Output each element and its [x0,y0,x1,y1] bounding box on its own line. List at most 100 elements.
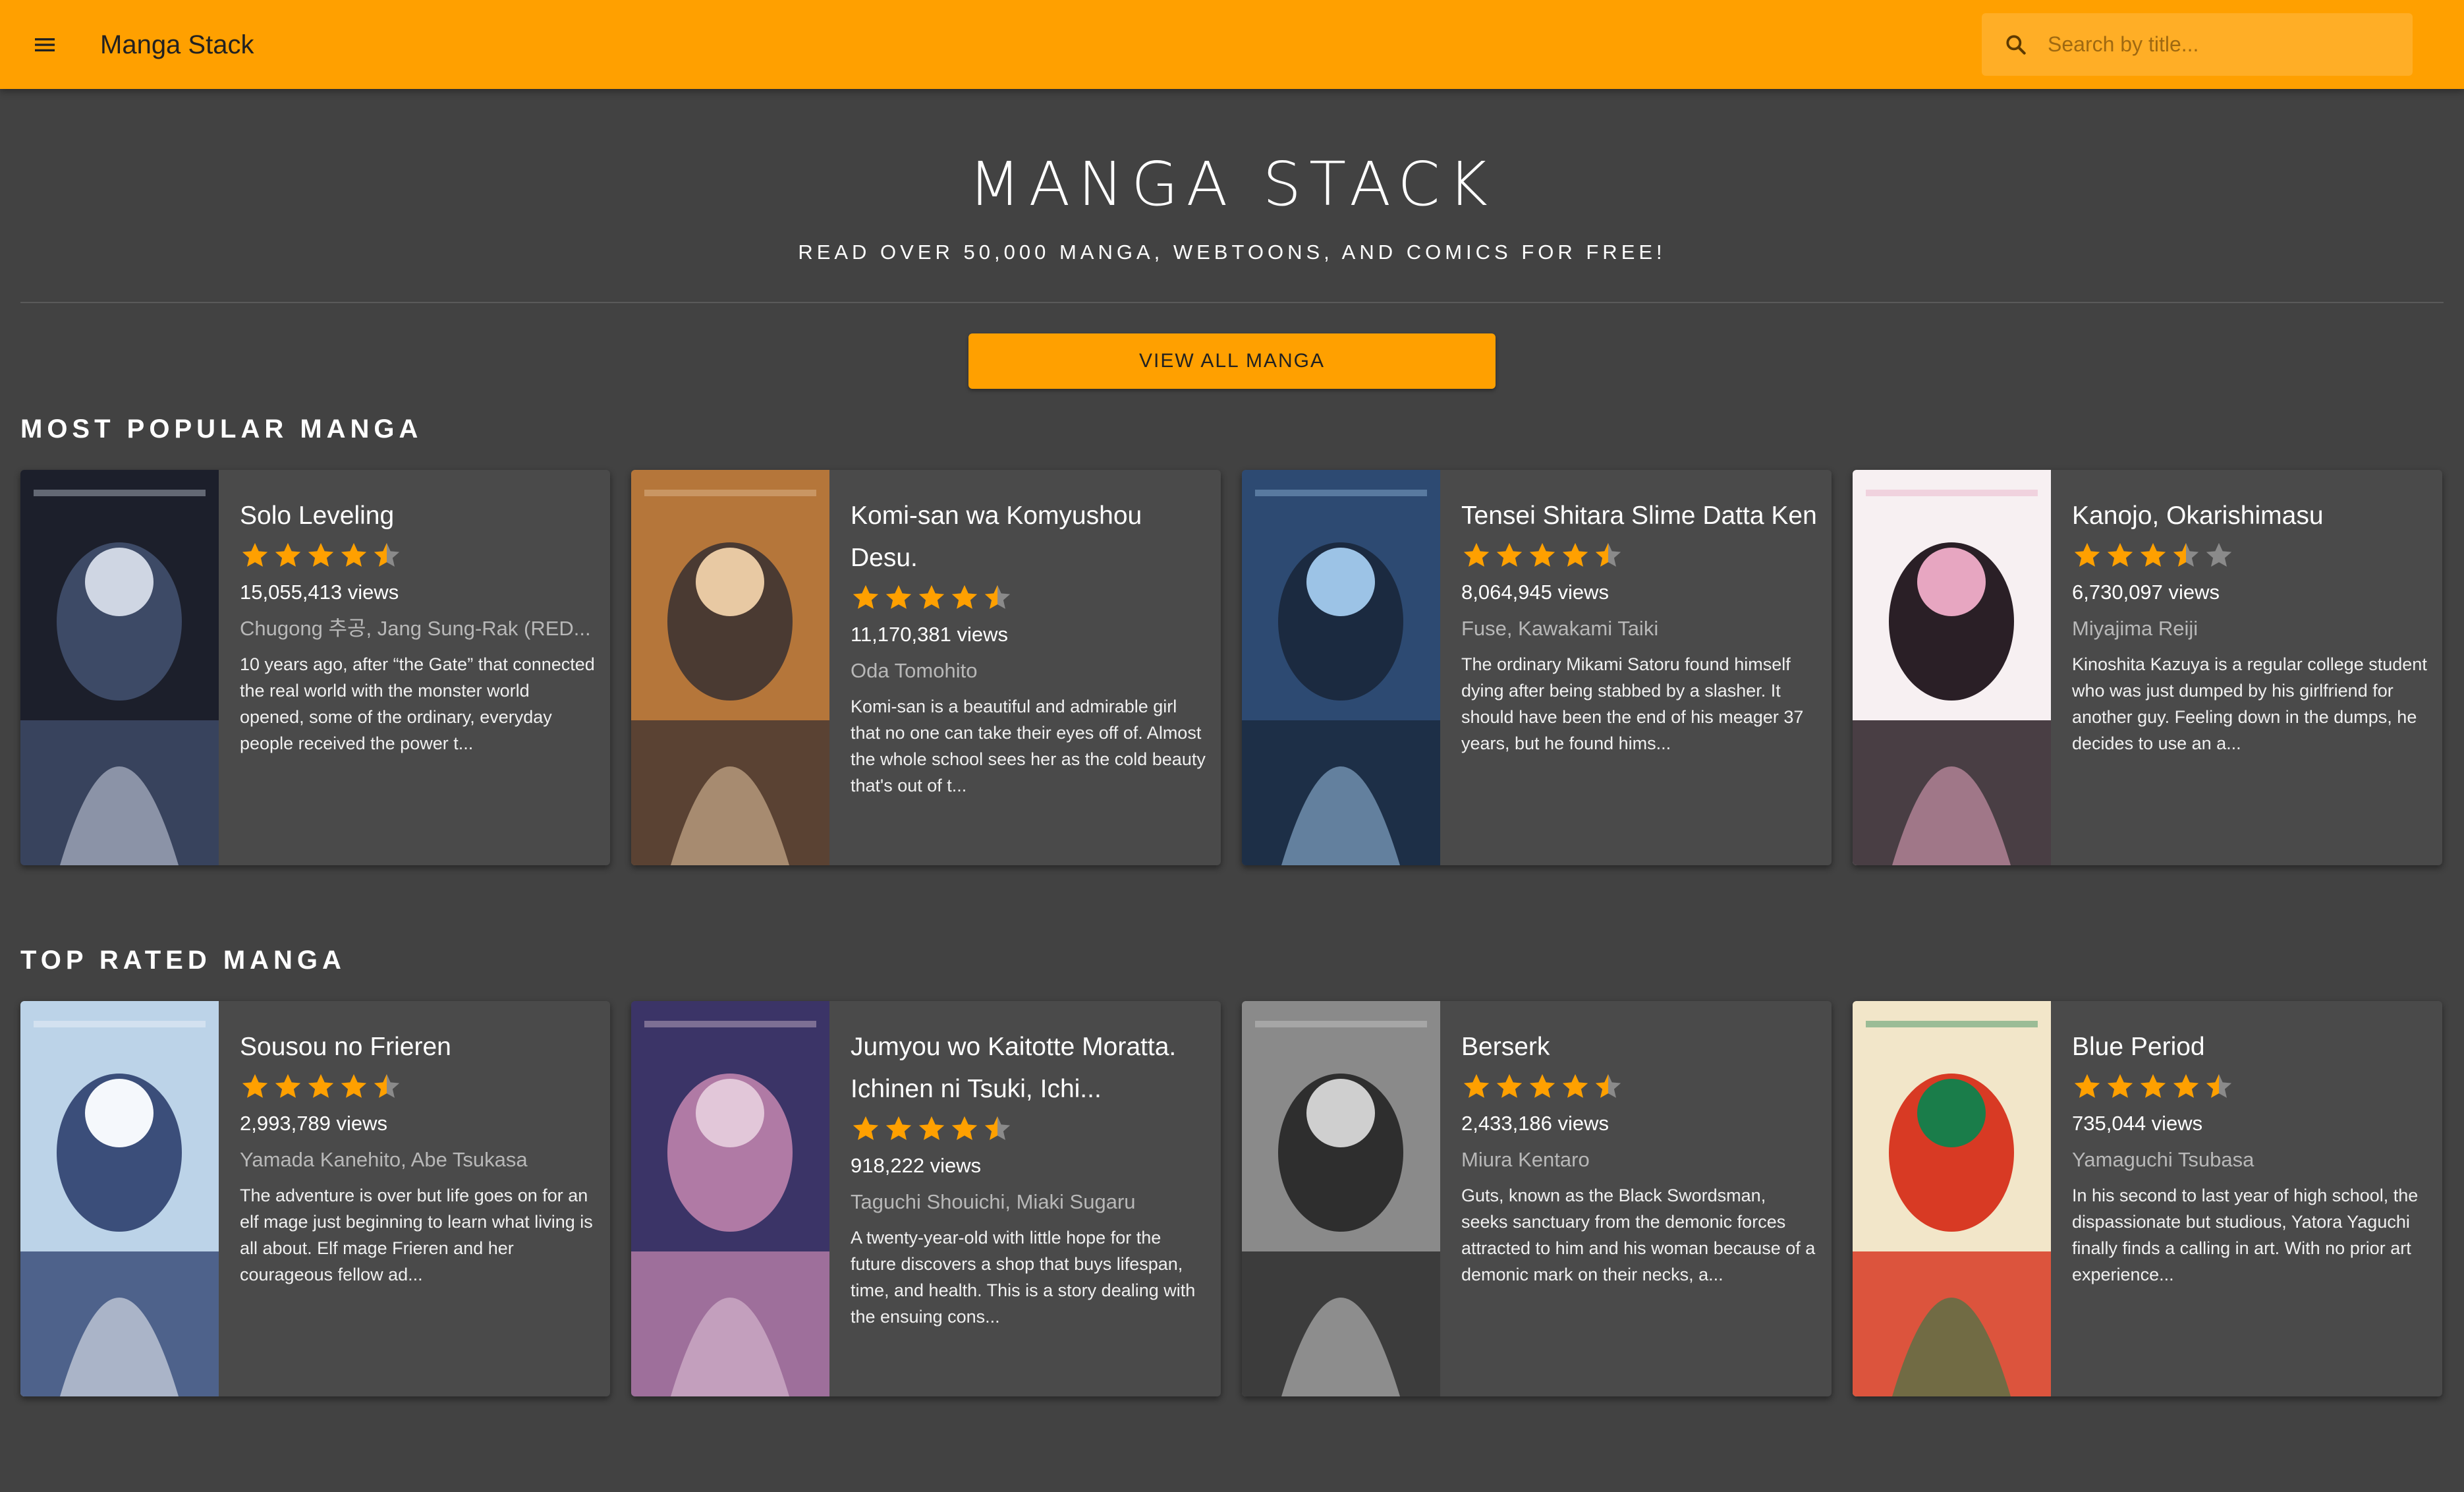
star-rating [240,1068,596,1105]
star-icon [1595,542,1621,567]
view-all-manga-button[interactable]: VIEW ALL MANGA [968,333,1496,389]
manga-card[interactable]: Kanojo, Okarishimasu 6,730,097 views Miy… [1853,470,2442,865]
star-icon [1595,1074,1621,1098]
cover-art [20,1001,219,1396]
cover-image[interactable] [20,1001,219,1396]
star-icon [242,1074,268,1098]
manga-title[interactable]: Blue Period [2072,1026,2428,1068]
authors: Fuse, Kawakami Taiki [1461,617,1659,640]
description: In his second to last year of high schoo… [2072,1186,2419,1284]
search-bar[interactable] [1982,13,2413,76]
star-icon [1463,542,1490,567]
app-title[interactable]: Manga Stack [100,29,254,61]
manga-title[interactable]: Sousou no Frieren [240,1026,596,1068]
authors: Yamada Kanehito, Abe Tsukasa [240,1148,528,1171]
manga-title[interactable]: Kanojo, Okarishimasu [2072,495,2428,537]
menu-button[interactable] [25,25,65,65]
star-icon [984,1116,1011,1140]
star-icon [1562,542,1588,567]
manga-card[interactable]: Blue Period 735,044 views Yamaguchi Tsub… [1853,1001,2442,1396]
card-body: Komi-san wa Komyushou Desu. 11,170,381 v… [851,495,1206,799]
star-icon [2140,542,2166,567]
star-icon [918,1116,945,1140]
star-icon [1562,1074,1588,1098]
authors: Miura Kentaro [1461,1148,1590,1171]
star-icon [984,585,1011,609]
manga-card[interactable]: Tensei Shitara Slime Datta Ken 8,064,945… [1242,470,1832,865]
cover-image[interactable] [631,470,829,865]
star-icon [374,542,400,567]
star-icon [242,542,268,567]
star-rating [851,1110,1206,1147]
manga-card[interactable]: Komi-san wa Komyushou Desu. 11,170,381 v… [631,470,1221,865]
manga-title[interactable]: Tensei Shitara Slime Datta Ken [1461,495,1817,537]
cover-image[interactable] [1242,470,1440,865]
star-icon [275,1074,301,1098]
star-icon [2107,542,2133,567]
card-body: Sousou no Frieren 2,993,789 views Yamada… [240,1026,596,1288]
view-count: 8,064,945 views [1461,581,1610,604]
cover-art [1853,1001,2051,1396]
cover-art [631,1001,829,1396]
description: Kinoshita Kazuya is a regular college st… [2072,654,2427,753]
star-icon [885,1116,912,1140]
hamburger-menu-icon [35,38,55,51]
star-icon [341,542,367,567]
star-rating [1461,537,1817,574]
cover-art [1853,470,2051,865]
manga-card[interactable]: Jumyou wo Kaitotte Moratta. Ichinen ni T… [631,1001,1221,1396]
authors: Yamaguchi Tsubasa [2072,1148,2254,1171]
star-rating [2072,1068,2428,1105]
star-icon [2173,1074,2199,1098]
star-icon [2206,542,2232,567]
star-icon [951,585,978,609]
star-icon [374,1074,400,1098]
hero-subtitle: READ OVER 50,000 MANGA, WEBTOONS, AND CO… [798,241,1666,264]
card-body: Berserk 2,433,186 views Miura Kentaro Gu… [1461,1026,1817,1288]
search-input[interactable] [2048,24,2390,65]
star-icon [308,1074,334,1098]
description: A twenty-year-old with little hope for t… [851,1228,1196,1327]
star-rating [1461,1068,1817,1105]
star-icon [1463,1074,1490,1098]
manga-card[interactable]: Berserk 2,433,186 views Miura Kentaro Gu… [1242,1001,1832,1396]
authors: Oda Tomohito [851,659,978,682]
manga-title[interactable]: Berserk [1461,1026,1817,1068]
view-count: 15,055,413 views [240,581,399,604]
star-icon [341,1074,367,1098]
cover-image[interactable] [1853,470,2051,865]
cover-art [1242,470,1440,865]
star-icon [853,1116,879,1140]
view-count: 6,730,097 views [2072,581,2220,604]
manga-title[interactable]: Jumyou wo Kaitotte Moratta. Ichinen ni T… [851,1026,1206,1110]
star-rating [240,537,596,574]
manga-title[interactable]: Solo Leveling [240,495,596,537]
star-icon [2074,1074,2100,1098]
search-icon [2003,32,2029,58]
authors: Chugong 추공, Jang Sung-Rak (RED... [240,617,591,640]
star-icon [2140,1074,2166,1098]
card-body: Solo Leveling 15,055,413 views Chugong 추… [240,495,596,757]
app-bar: Manga Stack [0,0,2464,89]
star-icon [2206,1074,2232,1098]
description: Guts, known as the Black Swordsman, seek… [1461,1186,1816,1284]
manga-card[interactable]: Sousou no Frieren 2,993,789 views Yamada… [20,1001,610,1396]
cover-image[interactable] [1853,1001,2051,1396]
description: The adventure is over but life goes on f… [240,1186,593,1284]
cover-image[interactable] [1242,1001,1440,1396]
star-icon [308,542,334,567]
star-icon [2173,542,2199,567]
manga-title[interactable]: Komi-san wa Komyushou Desu. [851,495,1206,579]
description: The ordinary Mikami Satoru found himself… [1461,654,1804,753]
star-icon [1529,1074,1555,1098]
description: 10 years ago, after “the Gate” that conn… [240,654,595,753]
cover-image[interactable] [20,470,219,865]
view-count: 2,433,186 views [1461,1112,1610,1135]
view-count: 918,222 views [851,1154,982,1177]
cover-image[interactable] [631,1001,829,1396]
manga-card[interactable]: Solo Leveling 15,055,413 views Chugong 추… [20,470,610,865]
star-rating [2072,537,2428,574]
card-body: Kanojo, Okarishimasu 6,730,097 views Miy… [2072,495,2428,757]
section-title-most-popular: MOST POPULAR MANGA [20,415,423,444]
card-body: Tensei Shitara Slime Datta Ken 8,064,945… [1461,495,1817,757]
